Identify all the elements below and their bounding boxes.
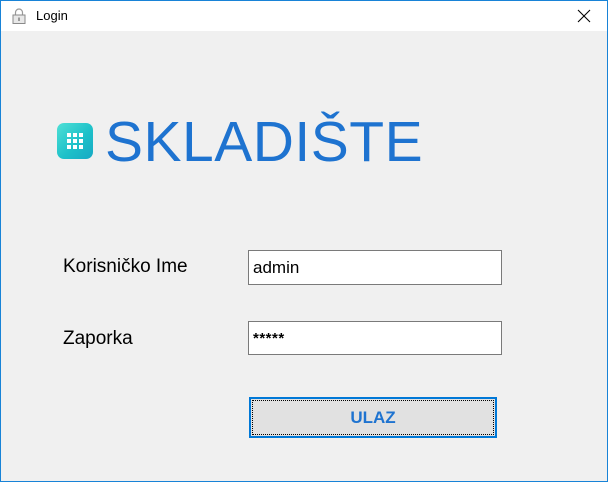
password-field[interactable] bbox=[248, 321, 502, 355]
username-label: Korisničko Ime bbox=[63, 256, 188, 277]
username-field[interactable] bbox=[248, 250, 502, 285]
grid-app-icon bbox=[57, 123, 93, 159]
login-button[interactable]: ULAZ bbox=[249, 397, 497, 438]
close-button[interactable] bbox=[561, 1, 607, 31]
app-title: SKLADIŠTE bbox=[105, 110, 424, 174]
password-label: Zaporka bbox=[63, 328, 133, 349]
form-area: SKLADIŠTE Korisničko Ime Zaporka ULAZ bbox=[1, 31, 607, 481]
window-title: Login bbox=[36, 8, 68, 23]
lock-icon bbox=[12, 8, 26, 24]
title-bar: Login bbox=[1, 1, 607, 31]
close-icon bbox=[577, 9, 591, 23]
login-window: Login SKLADIŠTE Korisničko Ime admin Zap… bbox=[0, 0, 608, 482]
login-button-label: ULAZ bbox=[350, 407, 396, 427]
